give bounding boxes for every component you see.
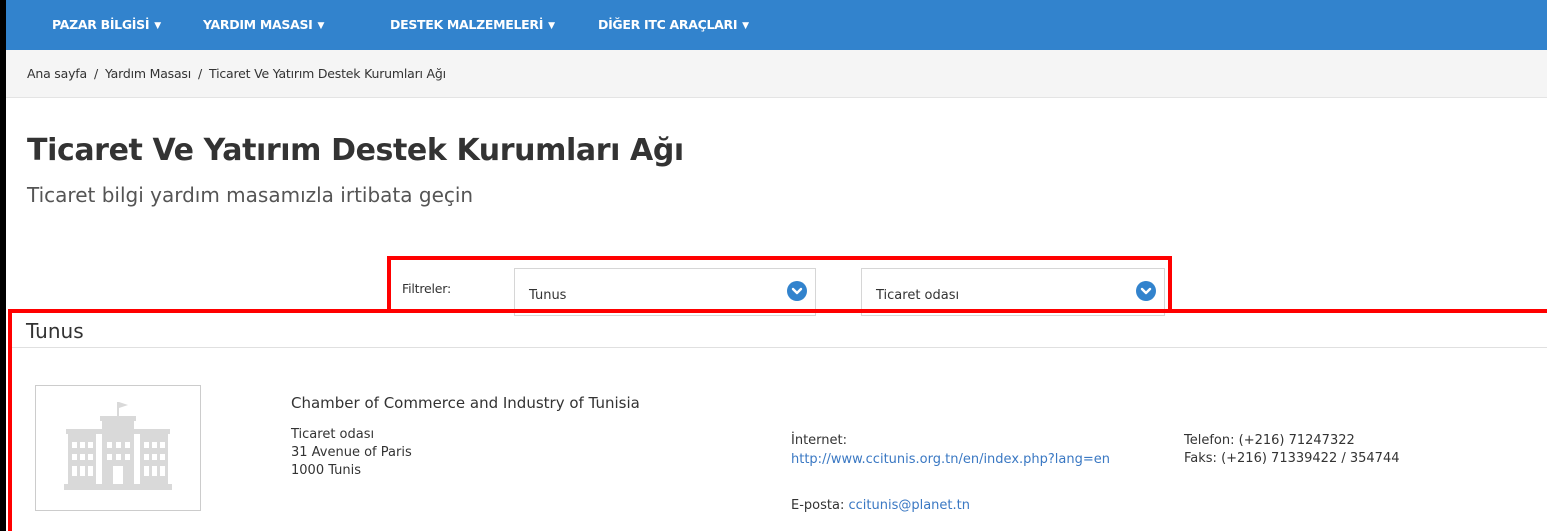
- breadcrumb-separator: /: [198, 66, 203, 81]
- chevron-down-icon: ▼: [154, 21, 161, 31]
- breadcrumb-help-desk[interactable]: Yardım Masası: [105, 66, 191, 81]
- page-subtitle: Ticaret bilgi yardım masamızla irtibata …: [27, 183, 474, 207]
- nav-item-label: PAZAR BİLGİSİ: [52, 17, 150, 32]
- nav-item-label: DESTEK MALZEMELERİ: [390, 17, 544, 32]
- breadcrumb: Ana sayfa / Yardım Masası / Ticaret Ve Yatır…: [6, 50, 1547, 98]
- chevron-down-icon: ▼: [317, 21, 325, 31]
- page-frame: PAZAR BİLGİSİ ▼ YARDIM MASASI ▼ DESTEK MAL…: [6, 0, 1547, 531]
- nav-item-label: YARDIM MASASI: [203, 17, 313, 32]
- nav-item-market-info[interactable]: PAZAR BİLGİSİ ▼: [52, 0, 161, 50]
- nav-item-support-materials[interactable]: DESTEK MALZEMELERİ ▼: [390, 0, 555, 50]
- filters-highlight-box: [387, 256, 1172, 313]
- results-highlight-box: [8, 309, 1547, 531]
- page-title: Ticaret Ve Yatırım Destek Kurumları Ağı: [27, 133, 684, 168]
- breadcrumb-current: Ticaret Ve Yatırım Destek Kurumları Ağı: [209, 66, 446, 81]
- chevron-down-icon: ▼: [742, 21, 749, 31]
- top-navigation: PAZAR BİLGİSİ ▼ YARDIM MASASI ▼ DESTEK MAL…: [6, 0, 1547, 50]
- breadcrumb-separator: /: [93, 66, 98, 81]
- nav-item-help-desk[interactable]: YARDIM MASASI ▼: [203, 0, 324, 50]
- nav-item-label: DİĞER ITC ARAÇLARI: [598, 17, 738, 32]
- chevron-down-icon: ▼: [548, 21, 555, 31]
- nav-item-other-itc-tools[interactable]: DİĞER ITC ARAÇLARI ▼: [598, 0, 749, 50]
- breadcrumb-home[interactable]: Ana sayfa: [27, 66, 87, 81]
